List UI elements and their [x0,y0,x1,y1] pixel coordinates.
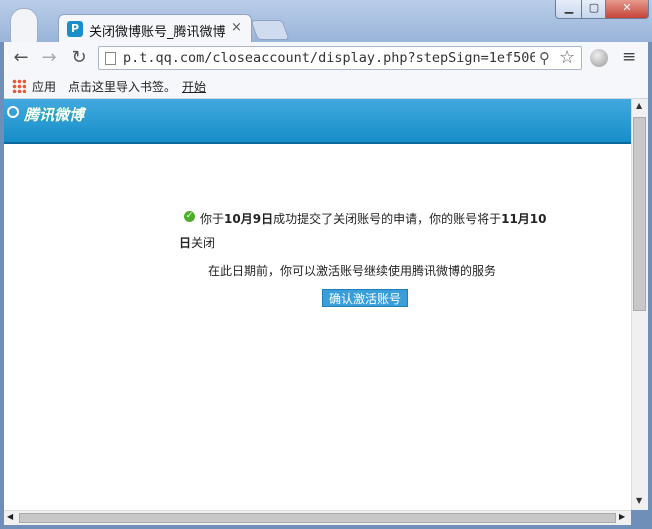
bookmarks-bar: 应用 点击这里导入书签。 开始 [4,74,648,99]
submit-date: 10月9日 [224,212,274,226]
tab-title: 关闭微博账号_腾讯微博 [89,25,226,40]
bookmark-star-icon[interactable]: ☆ [559,47,575,68]
scroll-right-icon[interactable]: ▶ [619,512,625,521]
url-text[interactable]: p.t.qq.com/closeaccount/display.php?step… [123,50,535,66]
back-button[interactable]: ← [10,47,32,69]
favicon-icon: P [67,21,83,37]
minimize-button[interactable]: ▁ [555,0,583,19]
close-request-message-cont: 日关闭 [179,234,215,251]
import-bookmarks-text: 点击这里导入书签。 [68,80,177,94]
scroll-up-icon[interactable]: ▲ [636,101,642,110]
page-icon [105,52,116,65]
globe-icon[interactable] [590,49,608,67]
scroll-down-icon[interactable]: ▼ [636,496,642,505]
site-logo[interactable]: 腾讯微博 [24,104,84,125]
logo-icon [7,106,19,118]
vertical-scrollbar[interactable]: ▲ ▼ [631,99,648,510]
page-viewport: 腾讯微博 ✓ 你于10月9日成功提交了关闭账号的申请，你的账号将于11月10 日… [4,99,631,510]
horizontal-scrollbar[interactable]: ◀ ▶ [4,510,631,525]
new-tab-button[interactable] [250,20,290,40]
site-header: 腾讯微博 [4,99,631,144]
message-text: 成功提交了关闭账号的申请，你的账号将于 [273,212,502,226]
message-text: 你于 [200,212,225,226]
apps-grid-icon[interactable] [12,79,26,93]
vertical-scroll-thumb[interactable] [633,117,646,311]
horizontal-scroll-thumb[interactable] [19,513,616,523]
success-check-icon: ✓ [184,211,195,222]
close-request-message: 你于10月9日成功提交了关闭账号的申请，你的账号将于11月10 [200,210,547,227]
reactivate-hint: 在此日期前，你可以激活账号继续使用腾讯微博的服务 [208,264,497,278]
forward-button[interactable]: → [38,47,60,69]
user-avatar-icon[interactable] [10,8,38,44]
tab-active[interactable]: P 关闭微博账号_腾讯微博 × [58,14,252,43]
close-date: 11月10 [501,212,547,226]
browser-window: P 关闭微博账号_腾讯微博 × ▁ ▢ ✕ ← → ↻ p.t.qq.com/c… [0,0,652,529]
title-bar: P 关闭微博账号_腾讯微博 × ▁ ▢ ✕ [0,0,652,44]
confirm-reactivate-button[interactable]: 确认激活账号 [322,289,408,307]
message-text: 关闭 [191,236,216,250]
window-close-button[interactable]: ✕ [605,0,649,19]
scroll-left-icon[interactable]: ◀ [7,512,13,521]
zoom-icon[interactable]: ⚲ [539,49,550,67]
start-link[interactable]: 开始 [182,78,206,95]
menu-icon[interactable]: ≡ [622,47,636,67]
close-date-suffix: 日 [179,236,192,250]
apps-link[interactable]: 应用 [32,78,56,95]
reload-button[interactable]: ↻ [68,47,90,69]
address-bar[interactable]: p.t.qq.com/closeaccount/display.php?step… [98,46,582,70]
tab-close-icon[interactable]: × [231,20,242,35]
browser-toolbar: ← → ↻ p.t.qq.com/closeaccount/display.ph… [4,42,648,74]
maximize-button[interactable]: ▢ [581,0,607,19]
